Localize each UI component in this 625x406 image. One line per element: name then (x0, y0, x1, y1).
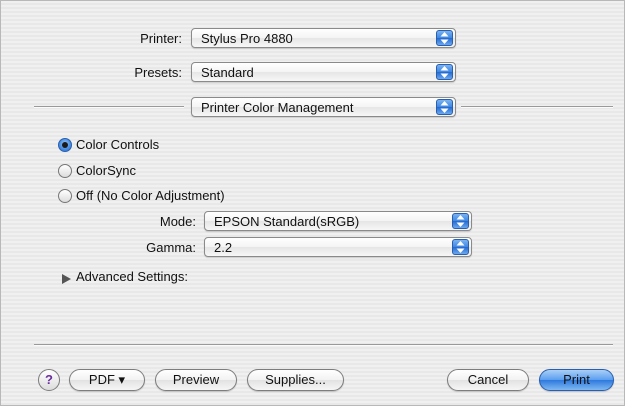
presets-value: Standard (201, 65, 254, 80)
popup-arrows-icon (436, 99, 453, 115)
printer-label: Printer: (140, 31, 182, 46)
gamma-value: 2.2 (214, 240, 233, 255)
popup-arrows-icon (452, 213, 469, 229)
separator-right (461, 106, 613, 108)
radio-label: Color Controls (76, 137, 160, 152)
gamma-popup[interactable]: 2.2 (204, 237, 472, 257)
advanced-settings-label: Advanced Settings: (76, 269, 189, 284)
radio-button[interactable] (58, 164, 72, 178)
popup-arrows-icon (452, 239, 469, 255)
presets-popup[interactable]: Standard (191, 62, 456, 82)
pdf-menu-button[interactable]: PDF ▾ (69, 369, 145, 391)
radio-button-selected[interactable] (58, 138, 72, 152)
popup-arrows-icon (436, 64, 453, 80)
preview-button[interactable]: Preview (155, 369, 237, 391)
popup-arrows-icon (436, 30, 453, 46)
panel-popup[interactable]: Printer Color Management (191, 97, 456, 117)
radio-label: ColorSync (76, 163, 136, 178)
print-button[interactable]: Print (539, 369, 614, 391)
printer-value: Stylus Pro 4880 (201, 31, 293, 46)
print-dialog: Printer: Stylus Pro 4880 Presets: Standa… (0, 0, 625, 406)
help-button[interactable]: ? (38, 369, 60, 391)
supplies-button[interactable]: Supplies... (247, 369, 344, 391)
radio-button[interactable] (58, 189, 72, 203)
radio-label: Off (No Color Adjustment) (76, 188, 225, 203)
printer-popup[interactable]: Stylus Pro 4880 (191, 28, 456, 48)
mode-popup[interactable]: EPSON Standard(sRGB) (204, 211, 472, 231)
panel-value: Printer Color Management (201, 100, 354, 115)
cancel-button[interactable]: Cancel (447, 369, 529, 391)
mode-value: EPSON Standard(sRGB) (214, 214, 360, 229)
separator-left (34, 106, 184, 108)
gamma-label: Gamma: (146, 240, 196, 255)
presets-label: Presets: (134, 65, 182, 80)
help-icon: ? (45, 372, 53, 387)
mode-label: Mode: (159, 214, 196, 229)
disclosure-triangle-icon[interactable] (62, 272, 71, 287)
separator-bottom (34, 344, 613, 346)
